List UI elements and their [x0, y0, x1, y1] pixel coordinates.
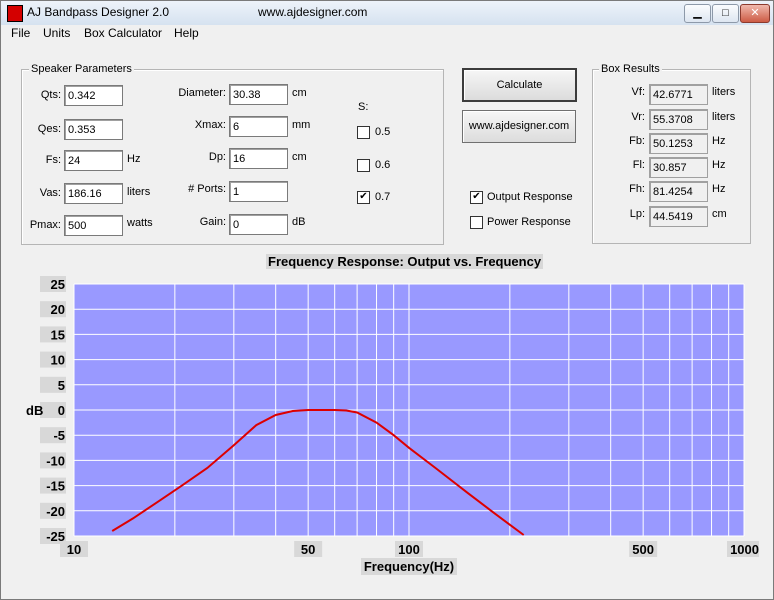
fl-label: Fl: — [632, 159, 645, 171]
menu-help[interactable]: Help — [174, 26, 199, 40]
diameter-label: Diameter: — [178, 87, 226, 99]
menu-bar: File Units Box Calculator Help — [1, 25, 773, 43]
app-window: AJ Bandpass Designer 2.0 www.ajdesigner.… — [0, 0, 774, 600]
fl-value: 30.857 — [649, 157, 708, 178]
vf-label: Vf: — [631, 86, 645, 98]
y-tick-label: 25 — [51, 277, 65, 292]
vr-label: Vr: — [631, 111, 645, 123]
vas-label: Vas: — [39, 187, 61, 199]
speaker-parameters-legend: Speaker Parameters — [29, 63, 134, 75]
ports-label: # Ports: — [188, 183, 226, 195]
gain-input[interactable]: 0 — [229, 214, 288, 235]
fs-input[interactable]: 24 — [64, 150, 123, 171]
frequency-response-chart: 2520151050-5-10-15-20-2510 50 100 500 1000Fr… — [26, 276, 759, 575]
fb-unit: Hz — [712, 135, 726, 147]
qts-label: Qts: — [40, 89, 61, 101]
x-axis-label: Frequency(Hz) — [364, 559, 454, 574]
y-tick-label: -5 — [53, 428, 65, 443]
fb-value: 50.1253 — [649, 133, 708, 154]
fs-label: Fs: — [45, 154, 61, 166]
power-response-label: Power Response — [487, 216, 571, 228]
lp-label: Lp: — [629, 208, 645, 220]
y-tick-label: 0 — [58, 403, 65, 418]
vas-unit: liters — [127, 186, 151, 198]
diameter-unit: cm — [292, 87, 307, 99]
pmax-label: Pmax: — [29, 219, 61, 231]
calculate-button[interactable]: Calculate — [462, 68, 577, 102]
menu-file[interactable]: File — [11, 26, 30, 40]
vas-input[interactable]: 186.16 — [64, 183, 123, 204]
s-06-label: 0.6 — [375, 159, 391, 171]
s-05-checkbox[interactable] — [357, 126, 370, 139]
fl-unit: Hz — [712, 159, 726, 171]
s-07-label: 0.7 — [375, 191, 391, 203]
power-response-checkbox[interactable] — [470, 216, 483, 229]
vf-unit: liters — [712, 86, 736, 98]
x-tick-label: 500 — [632, 542, 654, 557]
minimize-icon[interactable]: ▁ — [684, 4, 711, 23]
close-icon[interactable]: ✕ — [740, 4, 770, 23]
fh-value: 81.4254 — [649, 181, 708, 202]
vr-value: 55.3708 — [649, 109, 708, 130]
xmax-input[interactable]: 6 — [229, 116, 288, 137]
qes-input[interactable]: 0.353 — [64, 119, 123, 140]
y-tick-label: 10 — [51, 353, 65, 368]
pmax-unit: watts — [127, 217, 153, 229]
s-06-checkbox[interactable] — [357, 159, 370, 172]
lp-value: 44.5419 — [649, 206, 708, 227]
y-tick-label: 15 — [51, 327, 65, 342]
lp-unit: cm — [712, 208, 727, 220]
gain-unit: dB — [292, 216, 306, 228]
box-results-legend: Box Results — [599, 63, 662, 75]
xmax-label: Xmax: — [194, 119, 226, 131]
y-tick-label: 5 — [58, 378, 65, 393]
x-tick-label: 10 — [67, 542, 81, 557]
menu-units[interactable]: Units — [43, 26, 70, 40]
pmax-input[interactable]: 500 — [64, 215, 123, 236]
x-tick-label: 50 — [301, 542, 315, 557]
dp-input[interactable]: 16 — [229, 148, 288, 169]
y-tick-label: -15 — [46, 479, 65, 494]
diameter-input[interactable]: 30.38 — [229, 84, 288, 105]
qes-label: Qes: — [37, 123, 61, 135]
output-response-checkbox[interactable]: ✔ — [470, 191, 483, 204]
fs-unit: Hz — [127, 153, 141, 165]
y-tick-label: -20 — [46, 504, 65, 519]
chart-title: Frequency Response: Output vs. Frequency — [266, 254, 544, 269]
vf-value: 42.6771 — [649, 84, 708, 105]
dp-label: Dp: — [208, 151, 226, 163]
gain-label: Gain: — [199, 216, 226, 228]
y-tick-label: 20 — [51, 302, 65, 317]
ports-input[interactable]: 1 — [229, 181, 288, 202]
s-label: S: — [358, 101, 369, 113]
dp-unit: cm — [292, 151, 307, 163]
menu-box-calculator[interactable]: Box Calculator — [84, 26, 162, 40]
fb-label: Fb: — [629, 135, 645, 147]
y-axis-label: dB — [26, 403, 43, 418]
output-response-label: Output Response — [487, 191, 573, 203]
s-07-checkbox[interactable]: ✔ — [357, 191, 370, 204]
xmax-unit: mm — [292, 119, 311, 131]
y-tick-label: -10 — [46, 453, 65, 468]
window-title: AJ Bandpass Designer 2.0 — [27, 5, 170, 19]
s-05-label: 0.5 — [375, 126, 391, 138]
fh-unit: Hz — [712, 183, 726, 195]
app-icon — [7, 5, 23, 22]
title-url: www.ajdesigner.com — [258, 5, 368, 19]
title-bar: AJ Bandpass Designer 2.0 www.ajdesigner.… — [1, 1, 773, 26]
x-tick-label: 100 — [398, 542, 420, 557]
vr-unit: liters — [712, 111, 736, 123]
maximize-icon[interactable]: □ — [712, 4, 739, 23]
website-button[interactable]: www.ajdesigner.com — [462, 110, 576, 143]
qts-input[interactable]: 0.342 — [64, 85, 123, 106]
fh-label: Fh: — [629, 183, 645, 195]
x-tick-label: 1000 — [730, 542, 759, 557]
